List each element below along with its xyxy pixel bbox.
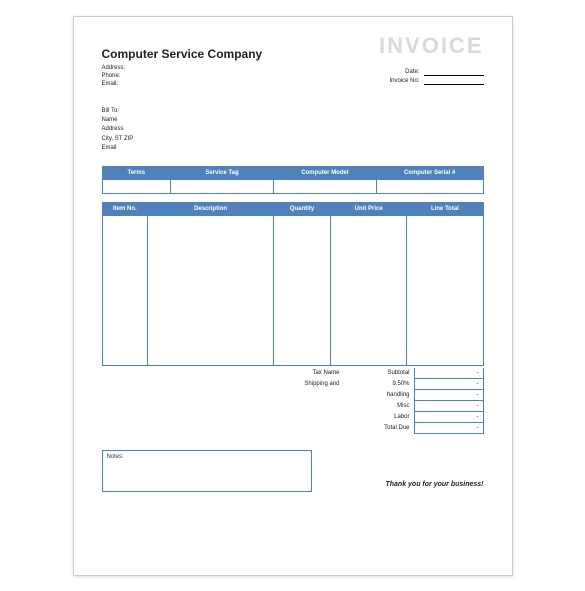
shipping-label: Shipping and: [273, 379, 343, 390]
col-line-total: Line Total: [407, 203, 483, 216]
tax-rate-label: 9.50%: [343, 379, 413, 390]
bill-to-city: City, ST ZIP: [102, 135, 484, 143]
subtotal-value: -: [414, 368, 484, 379]
col-description: Description: [148, 203, 274, 216]
summary-right: Tax Name Subtotal - Shipping and 9.50% -…: [273, 368, 483, 434]
service-table: Terms Service Tag Computer Model Compute…: [102, 166, 484, 194]
tax-name-label: Tax Name: [273, 368, 343, 379]
handling-label: handling: [343, 390, 413, 401]
from-address-label: Address:: [102, 65, 126, 71]
notes-label: Notes:: [107, 454, 124, 460]
total-due-value: -: [414, 423, 484, 434]
bill-to-email: Email: [102, 144, 484, 152]
misc-label: Misc: [343, 401, 413, 412]
subtotal-label: Subtotal: [343, 368, 413, 379]
invoice-no-label: Invoice No:: [389, 78, 419, 85]
notes-block: Notes: Thank you for your business!: [102, 450, 484, 492]
col-item-no: Item No.: [102, 203, 148, 216]
meta-block: Date: Invoice No:: [364, 69, 484, 89]
from-phone-label: Phone:: [102, 73, 126, 79]
labor-label: Labor: [343, 412, 413, 423]
bill-to-block: Bill To: Name Address City, ST ZIP Email: [102, 107, 484, 153]
col-unit-price: Unit Price: [331, 203, 407, 216]
col-terms: Terms: [102, 167, 171, 180]
handling-value: -: [414, 390, 484, 401]
bill-to-heading: Bill To:: [102, 107, 484, 115]
items-table: Item No. Description Quantity Unit Price…: [102, 202, 484, 366]
bill-to-name: Name: [102, 116, 484, 124]
table-row: Terms Service Tag Computer Model Compute…: [102, 167, 483, 180]
header-row: Address: Phone: Email: Date: Invoice No:: [102, 65, 484, 89]
date-label: Date:: [405, 69, 419, 76]
labor-value: -: [414, 412, 484, 423]
col-quantity: Quantity: [273, 203, 330, 216]
table-row: Item No. Description Quantity Unit Price…: [102, 203, 483, 216]
bill-to-address: Address: [102, 125, 484, 133]
col-serial: Computer Serial #: [376, 167, 483, 180]
total-due-label: Total Due: [343, 423, 413, 434]
notes-box: Notes:: [102, 450, 312, 492]
thank-you-text: Thank you for your business!: [342, 481, 484, 492]
misc-value: -: [414, 401, 484, 412]
date-line: [424, 69, 484, 76]
from-email-label: Email:: [102, 81, 126, 87]
summary-block: Tax Name Subtotal - Shipping and 9.50% -…: [102, 368, 484, 434]
col-tag: Service Tag: [171, 167, 274, 180]
invoice-title: INVOICE: [379, 33, 483, 59]
from-block: Address: Phone: Email:: [102, 65, 126, 89]
tax-value: -: [414, 379, 484, 390]
col-model: Computer Model: [273, 167, 376, 180]
invoice-page: INVOICE Computer Service Company Address…: [73, 16, 513, 576]
invoice-no-line: [424, 78, 484, 85]
table-row: [102, 180, 483, 194]
table-row: [102, 216, 483, 366]
